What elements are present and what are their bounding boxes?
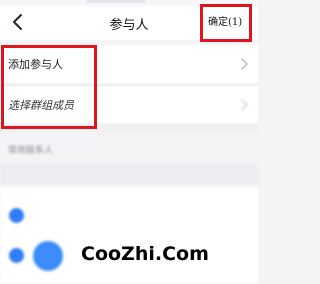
watermark: CooZhi.Com	[77, 239, 213, 269]
chevron-right-icon	[238, 57, 250, 71]
chevron-right-icon	[238, 98, 250, 112]
highlight-box-rows	[1, 45, 97, 129]
status-bar-ghost	[86, 0, 146, 3]
avatar	[33, 241, 63, 271]
checkbox-checked-icon[interactable]	[9, 208, 24, 223]
recent-contacts-header: 常用联系人	[0, 134, 258, 164]
recent-contacts-label: 常用联系人	[8, 146, 54, 156]
checkbox-checked-icon[interactable]	[9, 248, 24, 263]
list-item[interactable]	[0, 196, 258, 236]
list-subheader	[0, 164, 258, 186]
highlight-box-confirm	[200, 4, 252, 42]
